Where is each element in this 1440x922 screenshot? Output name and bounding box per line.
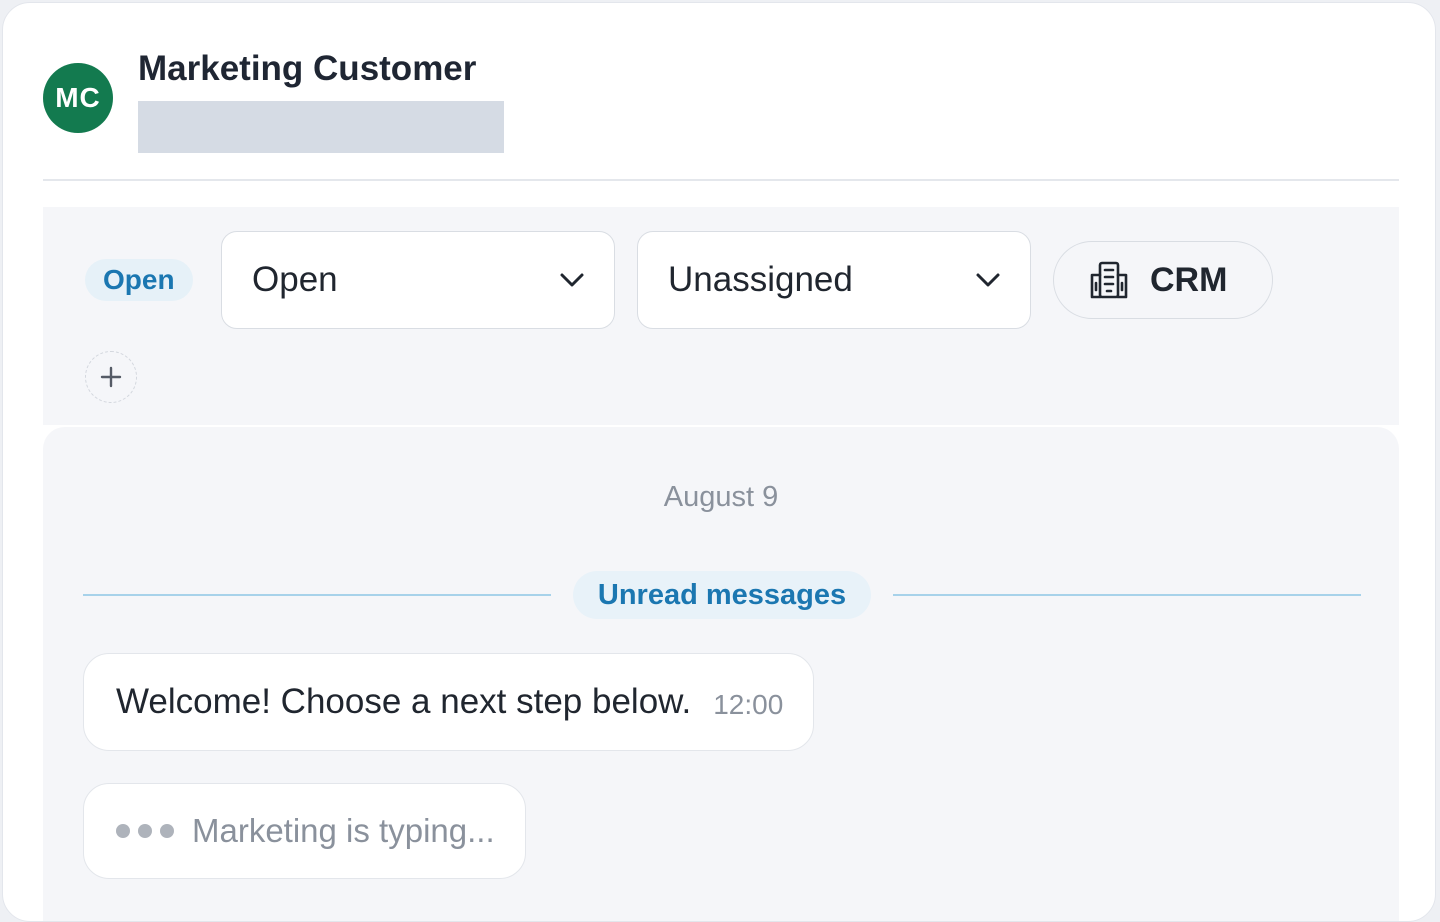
message-timestamp: 12:00 [713,689,784,720]
unread-divider-line [83,594,551,596]
typing-dots-icon [116,824,174,838]
status-dropdown[interactable]: Open [221,231,615,329]
unread-divider-line [893,594,1361,596]
chevron-down-icon [976,273,1000,287]
typing-indicator: Marketing is typing... [83,783,526,879]
message-text: Welcome! Choose a next step below. [116,682,692,721]
date-separator: August 9 [663,481,779,513]
assignee-dropdown[interactable]: Unassigned [637,231,1031,329]
building-icon [1090,261,1128,299]
message-bubble[interactable]: Welcome! Choose a next step below. 12:00 [83,653,815,751]
status-badge: Open [85,259,193,301]
crm-button-label: CRM [1150,260,1228,299]
assignee-dropdown-value: Unassigned [668,260,853,299]
unread-messages-badge: Unread messages [573,571,871,619]
conversation-header: MC Marketing Customer [43,3,1399,181]
crm-button[interactable]: CRM [1053,241,1273,319]
message-thread[interactable]: August 9 Unread messages Welcome! Choose… [43,427,1399,921]
plus-icon [100,366,122,388]
add-tag-button[interactable] [85,351,137,403]
customer-name: Marketing Customer [138,49,477,88]
conversation-toolbar: Open Open Unassigned CRM [43,207,1399,425]
conversation-panel: MC Marketing Customer Open Open Unassign… [2,2,1436,922]
typing-indicator-text: Marketing is typing... [192,812,495,849]
status-dropdown-value: Open [252,260,338,299]
avatar: MC [43,63,113,133]
chevron-down-icon [560,273,584,287]
redacted-contact-info [138,101,504,153]
